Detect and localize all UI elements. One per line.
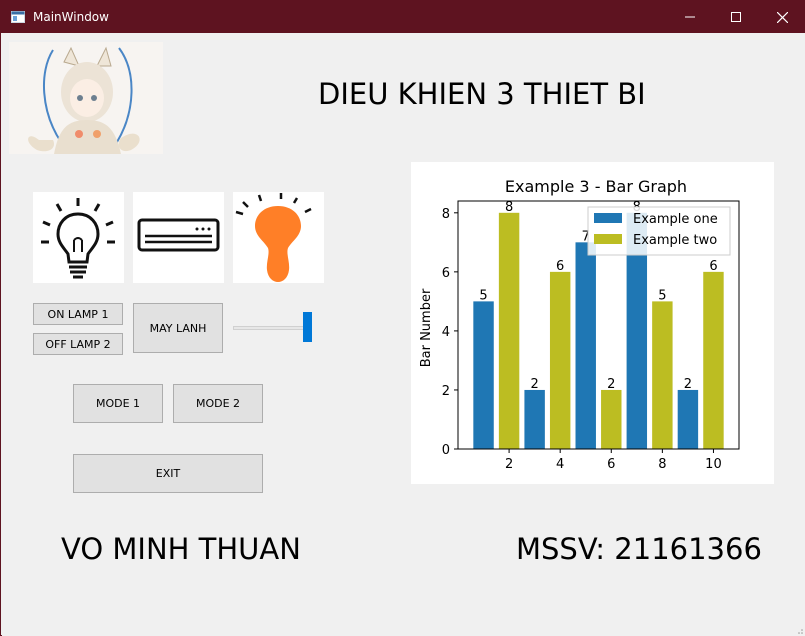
- bar-value-label: 5: [658, 288, 666, 303]
- off-lamp-button[interactable]: OFF LAMP 2: [33, 333, 123, 355]
- maximize-icon: [731, 12, 741, 22]
- mode-2-button[interactable]: MODE 2: [173, 384, 263, 423]
- exit-button[interactable]: EXIT: [73, 454, 263, 493]
- window-title: MainWindow: [33, 10, 109, 24]
- anime-girl-illustration: [9, 42, 163, 154]
- chart-legend: Example one Example two: [587, 206, 731, 256]
- on-lamp-button[interactable]: ON LAMP 1: [33, 303, 123, 325]
- lamp-on-panel: [233, 192, 324, 283]
- bar-series2-10: [703, 271, 724, 449]
- legend-label-example-two: Example two: [633, 233, 717, 248]
- bar-value-label: 8: [505, 200, 513, 215]
- bar-value-label: 2: [684, 377, 692, 392]
- air-conditioner-panel: [133, 192, 224, 283]
- bar-series1-5: [575, 242, 596, 449]
- x-tick-label: 2: [505, 457, 513, 472]
- slider-groove[interactable]: [233, 326, 312, 330]
- air-conditioner-icon: [137, 218, 220, 252]
- client-area: DIEU KHIEN 3 THIET BI ON LAMP 1 OFF LAMP…: [2, 33, 805, 636]
- page-title: DIEU KHIEN 3 THIET BI: [318, 77, 646, 111]
- avatar-image: [9, 42, 163, 154]
- bar-chart: Example 3 - Bar Graph Bar Number 5278286…: [411, 162, 774, 484]
- lightbulb-on-icon: [235, 193, 312, 282]
- bar-series2-6: [601, 389, 622, 449]
- slider-handle[interactable]: [303, 312, 312, 342]
- main-window: MainWindow DIEU KHIEN 3 THIET BI ON LAMP…: [0, 0, 805, 636]
- chart-y-axis-label: Bar Number: [419, 288, 434, 367]
- bar-series2-4: [549, 271, 571, 449]
- bar-series1-1: [473, 301, 494, 449]
- close-button[interactable]: [759, 1, 805, 33]
- legend-swatch-example-one: [594, 213, 622, 223]
- x-tick-label: 4: [556, 457, 564, 472]
- bar-chart-svg: Example 3 - Bar Graph Bar Number 5278286…: [419, 177, 740, 472]
- maximize-button[interactable]: [713, 1, 759, 33]
- chart-title: Example 3 - Bar Graph: [505, 177, 687, 196]
- title-bar[interactable]: MainWindow: [1, 1, 805, 33]
- y-tick-label: 0: [442, 443, 450, 458]
- y-tick-label: 2: [442, 384, 450, 399]
- y-tick-label: 4: [442, 325, 450, 340]
- mode-1-button[interactable]: MODE 1: [73, 384, 163, 423]
- bar-value-label: 2: [607, 377, 615, 392]
- bar-series1-9: [677, 389, 699, 449]
- legend-swatch-example-two: [594, 234, 622, 244]
- x-tick-label: 10: [705, 457, 722, 472]
- minimize-icon: [685, 16, 695, 18]
- bar-series2-2: [498, 212, 520, 449]
- student-name: VO MINH THUAN: [61, 532, 301, 566]
- resize-grip-icon[interactable]: [795, 626, 803, 634]
- minimize-button[interactable]: [667, 1, 713, 33]
- x-tick-label: 6: [607, 457, 615, 472]
- legend-label-example-one: Example one: [633, 212, 718, 227]
- y-tick-label: 6: [442, 266, 450, 281]
- air-conditioner-button[interactable]: MAY LANH: [133, 303, 223, 353]
- close-icon: [776, 11, 788, 23]
- bar-value-label: 2: [530, 377, 538, 392]
- lamp-off-panel: [33, 192, 124, 283]
- bar-value-label: 6: [556, 259, 564, 274]
- app-icon: [11, 11, 25, 23]
- x-tick-label: 8: [658, 457, 666, 472]
- bar-series2-8: [652, 301, 673, 449]
- bar-value-label: 5: [479, 288, 487, 303]
- bar-series1-3: [524, 389, 545, 449]
- student-id: MSSV: 21161366: [516, 532, 762, 566]
- bar-value-label: 6: [709, 259, 717, 274]
- lightbulb-outline-icon: [41, 198, 115, 279]
- y-tick-label: 8: [442, 207, 450, 222]
